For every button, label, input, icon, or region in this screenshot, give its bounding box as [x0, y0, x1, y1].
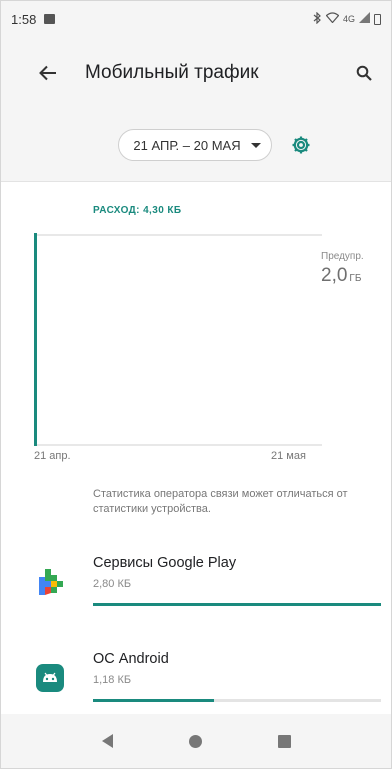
- app-usage-bar: [93, 699, 381, 702]
- carrier-note: Статистика оператора связи может отличат…: [93, 488, 348, 515]
- chart-start-date: 21 апр.: [34, 450, 71, 462]
- app-usage: 2,80 КБ: [93, 578, 132, 590]
- usage-chart: [34, 233, 322, 446]
- app-usage: 1,18 КБ: [93, 674, 132, 686]
- bluetooth-icon: [313, 11, 322, 27]
- signal-icon: [359, 12, 370, 26]
- page-title: Мобильный трафик: [85, 62, 259, 83]
- usage-total-label: РАСХОД: 4,30 КБ: [93, 205, 182, 216]
- search-icon: [356, 65, 372, 81]
- system-nav-bar: [1, 714, 391, 768]
- status-indicators: 4G: [313, 11, 381, 27]
- search-button[interactable]: [349, 58, 379, 88]
- app-row-google-play-services[interactable]: Сервисы Google Play 2,80 КБ: [1, 541, 391, 637]
- google-play-services-icon: [39, 569, 63, 595]
- caret-down-icon: [250, 142, 261, 148]
- back-button[interactable]: [33, 58, 63, 88]
- arrow-back-icon: [39, 65, 56, 81]
- app-bar: Мобильный трафик: [1, 37, 391, 109]
- app-usage-bar-fill: [93, 699, 214, 702]
- android-os-icon: [36, 664, 64, 692]
- date-range-label: 21 АПР. – 20 МАЯ: [133, 137, 241, 153]
- app-name: Сервисы Google Play: [93, 555, 237, 571]
- nav-back-icon[interactable]: [101, 734, 113, 748]
- notification-icon: [44, 14, 56, 24]
- gear-icon: [292, 136, 310, 154]
- data-settings-button[interactable]: [288, 132, 314, 158]
- app-usage-bar: [93, 603, 381, 606]
- warning-caption: Предупр.: [321, 251, 364, 262]
- app-name: ОС Android: [93, 651, 169, 667]
- screen: 1:58 4G Мобильный трафик 21 АПР. – 20 МА…: [0, 0, 392, 769]
- warning-unit: ГБ: [349, 273, 362, 284]
- battery-icon: [374, 13, 381, 25]
- chart-end-date: 21 мая: [271, 450, 306, 462]
- app-usage-bar-fill: [93, 603, 381, 606]
- wifi-icon: [325, 12, 340, 26]
- nav-recents-icon[interactable]: [277, 734, 291, 748]
- warning-value: 2,0 ГБ: [321, 265, 361, 287]
- date-range-dropdown[interactable]: 21 АПР. – 20 МАЯ: [118, 129, 272, 161]
- status-time: 1:58: [11, 11, 37, 27]
- network-type: 4G: [342, 14, 355, 24]
- nav-home-icon[interactable]: [188, 734, 202, 748]
- status-bar: 1:58 4G: [1, 1, 391, 37]
- date-range-row: 21 АПР. – 20 МАЯ: [1, 109, 391, 182]
- warning-number: 2,0: [321, 265, 348, 286]
